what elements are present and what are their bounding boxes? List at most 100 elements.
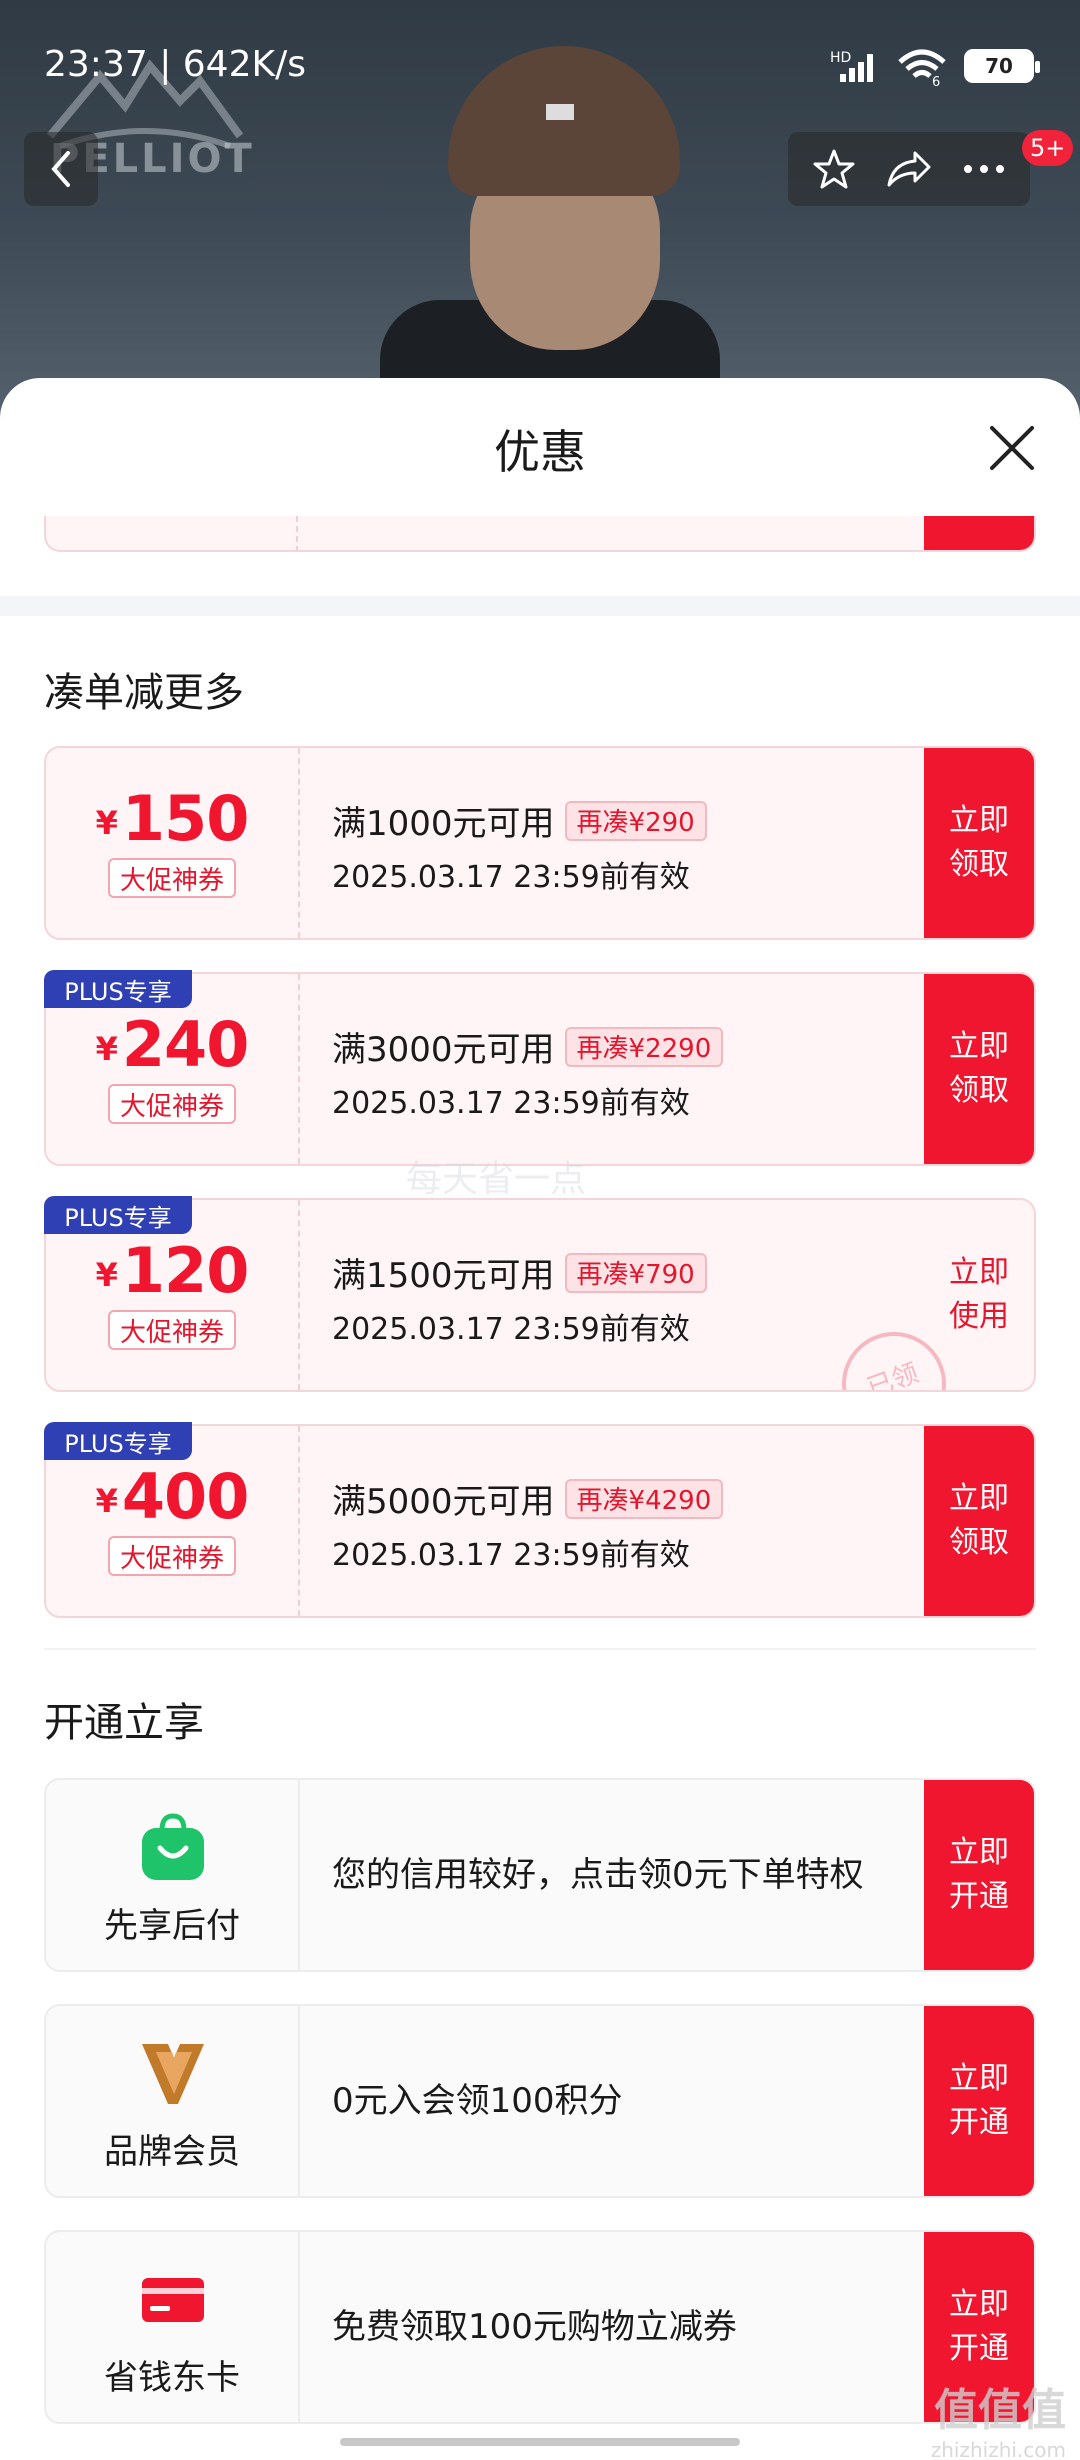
notification-badge: 5+ [1022,130,1074,166]
coupon-condition-row: 满1500元可用 再凑¥790 [332,1248,707,1297]
section-title-open: 开通立享 [44,1700,204,1746]
coupon-divider [298,1200,300,1390]
coupon-condition-row: 满3000元可用 再凑¥2290 [332,1022,724,1071]
red-card-icon [142,2278,204,2322]
watermark-text: 每天省一点 [406,1159,587,1200]
service-description: 您的信用较好，点击领0元下单特权 [332,1855,864,1895]
service-description: 免费领取100元购物立减券 [332,2307,737,2347]
more-icon[interactable] [962,163,1006,175]
coupon-value: 150 [121,782,249,855]
coupon-value: 400 [121,1460,249,1533]
currency-symbol: ¥ [95,1256,118,1294]
coupon-action-partial[interactable] [924,516,1034,550]
coupon-validity: 2025.03.17 23:59前有效 [332,1086,690,1121]
brand-member-v-icon [142,2044,204,2104]
coupon-value: 240 [121,1008,249,1081]
service-divider [298,1780,300,1970]
status-icons: HD 6 70 [830,46,1040,86]
sheet-title: 优惠 [494,425,586,479]
plus-exclusive-badge: PLUS专享 [44,970,192,1008]
service-card-brand-member: 品牌会员 0元入会领100积分 立即开通 [44,2004,1036,2198]
service-label: 省钱东卡 [104,2358,240,2398]
promo-tag: 大促神券 [108,1310,236,1350]
shopping-bag-icon [142,1813,204,1880]
claim-button-label: 立即领取 [949,1481,1009,1560]
claim-button[interactable]: 立即领取 [924,974,1034,1164]
wifi-icon: 6 [898,49,946,86]
activate-button[interactable]: 立即开通 [924,1780,1034,1970]
chevron-left-icon [51,151,70,187]
section-title-more: 凑单减更多 [44,670,244,716]
coupon-validity: 2025.03.17 23:59前有效 [332,860,690,895]
activate-button[interactable]: 立即开通 [924,2006,1034,2196]
currency-symbol: ¥ [95,804,118,842]
status-time: 23:37 | 642K/s [44,44,306,85]
site-watermark: 值值值 zhizhizhi.com [931,2374,1066,2460]
service-divider [298,2232,300,2422]
claim-button[interactable]: 立即领取 [924,748,1034,938]
coupon-divider [298,748,300,938]
back-button[interactable] [24,132,98,206]
service-info: 先享后付 [46,1780,298,1970]
activate-button-label: 立即开通 [949,2061,1009,2140]
currency-symbol: ¥ [95,1030,118,1068]
promo-tag: 大促神券 [108,858,236,898]
claim-button[interactable]: 立即领取 [924,1426,1034,1616]
add-more-tag: 再凑¥290 [564,800,707,841]
service-label: 先享后付 [104,1906,240,1946]
use-now-button-label: 立即使用 [949,1255,1009,1334]
coupon-value: 120 [121,1234,249,1307]
coupon-divider [298,1426,300,1616]
signal-icon: HD [830,50,873,82]
coupon-divider [296,516,298,550]
coupon-condition: 满3000元可用 [332,1030,555,1070]
home-indicator[interactable] [340,2438,740,2446]
service-card-pay-later: 先享后付 您的信用较好，点击领0元下单特权 立即开通 [44,1778,1036,1972]
currency-symbol: ¥ [95,1482,118,1520]
service-description: 0元入会领100积分 [332,2081,623,2121]
claim-button-label: 立即领取 [949,1029,1009,1108]
share-icon[interactable] [885,149,933,189]
wifi-label: 6 [932,75,940,86]
network-type-label: HD [830,50,851,66]
coupon-card: ¥240 大促神券 满3000元可用 再凑¥2290 2025.03.17 23… [44,972,1036,1166]
star-icon[interactable] [812,147,856,191]
coupon-condition: 满1500元可用 [332,1256,555,1296]
activate-button-label: 立即开通 [949,2287,1009,2366]
section-separator [0,596,1080,616]
site-watermark-url: zhizhizhi.com [930,2438,1066,2460]
coupon-condition: 满5000元可用 [332,1482,555,1522]
plus-exclusive-badge: PLUS专享 [44,1196,192,1234]
add-more-tag: 再凑¥790 [564,1252,707,1293]
coupon-card: ¥400 大促神券 满5000元可用 再凑¥4290 2025.03.17 23… [44,1424,1036,1618]
add-more-tag: 再凑¥2290 [564,1026,724,1067]
coupon-amount-area: ¥150 大促神券 [46,748,298,938]
promo-tag: 大促神券 [108,1536,236,1576]
activate-button-label: 立即开通 [949,1835,1009,1914]
status-bar: 23:37 | 642K/s HD 6 70 [0,0,1080,130]
coupon-amount: ¥400 [46,1460,298,1533]
coupon-divider [298,974,300,1164]
battery-icon: 70 [964,49,1040,83]
coupon-validity: 2025.03.17 23:59前有效 [332,1538,690,1573]
promo-tag: 大促神券 [108,1084,236,1124]
coupon-condition-row: 满1000元可用 再凑¥290 [332,796,707,845]
service-divider [298,2006,300,2196]
service-label: 品牌会员 [104,2132,240,2172]
coupon-condition: 满1000元可用 [332,804,555,844]
coupon-amount: ¥150 [46,782,298,855]
coupon-amount: ¥240 [46,1008,298,1081]
coupon-card-partial [44,516,1036,552]
coupon-card: ¥150 大促神券 满1000元可用 再凑¥290 2025.03.17 23:… [44,746,1036,940]
site-watermark-title: 值值值 [934,2385,1066,2436]
claim-button-label: 立即领取 [949,803,1009,882]
add-more-tag: 再凑¥4290 [564,1478,724,1519]
service-info: 省钱东卡 [46,2232,298,2422]
coupon-amount: ¥120 [46,1234,298,1307]
use-now-button[interactable]: 立即使用 [924,1200,1034,1390]
discount-sheet: 优惠 凑单减更多 ¥150 大促神券 满1000元可用 再凑¥290 2025.… [0,378,1080,2460]
plus-exclusive-badge: PLUS专享 [44,1422,192,1460]
service-card-savings-card: 省钱东卡 免费领取100元购物立减券 立即开通 [44,2230,1036,2424]
coupon-condition-row: 满5000元可用 再凑¥4290 [332,1474,724,1523]
close-icon[interactable] [984,420,1040,476]
